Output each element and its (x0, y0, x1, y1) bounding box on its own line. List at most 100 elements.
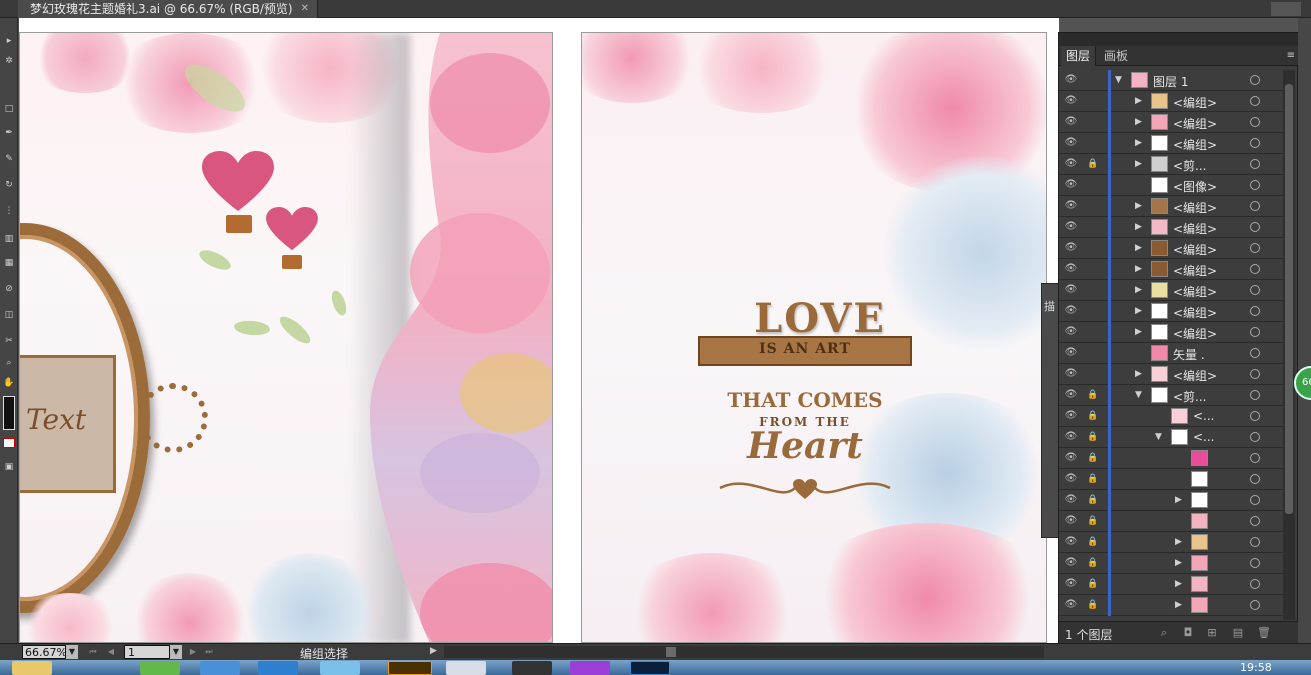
layer-name[interactable]: <剪... (1173, 157, 1207, 174)
visibility-eye-icon[interactable]: 👁 (1064, 536, 1078, 548)
rotate-tool-icon[interactable]: ↻ (3, 180, 15, 190)
layer-name[interactable]: <编组> (1173, 367, 1217, 384)
last-artboard-icon[interactable]: ⏭ (204, 646, 214, 658)
eyedropper-tool-icon[interactable]: ⊘ (3, 284, 15, 294)
lock-icon[interactable] (1087, 95, 1099, 107)
expand-triangle-icon[interactable]: ▶ (1135, 368, 1145, 380)
layer-row[interactable]: 👁 🔒 ▶ <剪... (1059, 154, 1283, 175)
status-menu-arrow-icon[interactable]: ▶ (430, 646, 437, 656)
lock-icon[interactable] (1087, 179, 1099, 191)
collapse-triangle-icon[interactable]: ▼ (1155, 431, 1165, 443)
layer-row[interactable]: 👁 <图像> (1059, 175, 1283, 196)
illustrator-app-icon[interactable] (388, 661, 432, 675)
qq-app-icon[interactable] (512, 661, 552, 675)
visibility-eye-icon[interactable]: 👁 (1064, 158, 1078, 170)
photoshop-app-icon[interactable] (630, 661, 670, 675)
target-circle-icon[interactable] (1250, 201, 1260, 211)
layer-row[interactable]: 👁 🔒 ▶ (1059, 490, 1283, 511)
target-circle-icon[interactable] (1250, 117, 1260, 127)
document-tab[interactable]: 梦幻玫瑰花主题婚礼3.ai @ 66.67% (RGB/预览) ✕ (18, 0, 318, 18)
layer-row[interactable]: 👁 ▶ <编组> (1059, 238, 1283, 259)
chevron-down-icon[interactable]: ▼ (66, 645, 78, 659)
locate-object-icon[interactable]: ⌕ (1157, 626, 1171, 640)
layer-name[interactable]: <编组> (1173, 304, 1217, 321)
visibility-eye-icon[interactable]: 👁 (1064, 368, 1078, 380)
expand-triangle-icon[interactable]: ▶ (1135, 200, 1145, 212)
layer-row[interactable]: 👁 🔒 (1059, 448, 1283, 469)
next-artboard-icon[interactable]: ▶ (188, 646, 198, 658)
app-icon[interactable] (446, 661, 486, 675)
new-layer-icon[interactable]: ▤ (1231, 626, 1245, 640)
visibility-eye-icon[interactable]: 👁 (1064, 74, 1078, 86)
target-circle-icon[interactable] (1250, 411, 1260, 421)
scrollbar-thumb[interactable] (666, 647, 676, 657)
visibility-eye-icon[interactable]: 👁 (1064, 578, 1078, 590)
layer-name[interactable]: <... (1193, 430, 1215, 444)
panel-title-bar[interactable] (1059, 33, 1299, 46)
layer-row[interactable]: 👁 🔒 ▶ (1059, 532, 1283, 553)
visibility-eye-icon[interactable]: 👁 (1064, 389, 1078, 401)
lock-icon[interactable] (1087, 347, 1099, 359)
pencil-tool-icon[interactable]: ✎ (3, 154, 15, 164)
target-circle-icon[interactable] (1250, 369, 1260, 379)
target-circle-icon[interactable] (1250, 579, 1260, 589)
lock-icon[interactable] (1087, 368, 1099, 380)
zoom-tool-icon[interactable]: ⌕ (3, 358, 15, 368)
lock-icon[interactable] (1087, 263, 1099, 275)
layer-row[interactable]: 👁 ▶ <编组> (1059, 301, 1283, 322)
lock-icon[interactable]: 🔒 (1087, 599, 1099, 611)
blend-tool-icon[interactable]: ◫ (3, 310, 15, 320)
visibility-eye-icon[interactable]: 👁 (1064, 473, 1078, 485)
lock-icon[interactable]: 🔒 (1087, 536, 1099, 548)
visibility-eye-icon[interactable]: 👁 (1064, 200, 1078, 212)
expand-triangle-icon[interactable]: ▶ (1135, 137, 1145, 149)
target-circle-icon[interactable] (1250, 516, 1260, 526)
expand-triangle-icon[interactable]: ▶ (1175, 578, 1185, 590)
target-circle-icon[interactable] (1250, 600, 1260, 610)
fill-swatch[interactable] (3, 396, 15, 430)
close-icon[interactable]: ✕ (301, 0, 309, 18)
layer-row[interactable]: 👁 🔒 ▼ <剪... (1059, 385, 1283, 406)
target-circle-icon[interactable] (1250, 180, 1260, 190)
visibility-eye-icon[interactable]: 👁 (1064, 347, 1078, 359)
pen-tool-icon[interactable]: ✒ (3, 128, 15, 138)
target-circle-icon[interactable] (1250, 537, 1260, 547)
target-circle-icon[interactable] (1250, 222, 1260, 232)
collapsed-panel[interactable] (1041, 283, 1059, 538)
layer-name[interactable]: <编组> (1173, 199, 1217, 216)
visibility-eye-icon[interactable]: 👁 (1064, 599, 1078, 611)
previous-artboard-icon[interactable]: ◀ (106, 646, 116, 658)
layer-row[interactable]: 👁 🔒 (1059, 469, 1283, 490)
gradient-tool-icon[interactable]: ▦ (3, 258, 15, 268)
layer-name[interactable]: 矢量 . (1173, 346, 1205, 363)
artboard-number-field[interactable]: 1 (124, 645, 170, 659)
target-circle-icon[interactable] (1250, 390, 1260, 400)
visibility-eye-icon[interactable]: 👁 (1064, 95, 1078, 107)
layer-row[interactable]: 👁 矢量 . (1059, 343, 1283, 364)
tab-artboards[interactable]: 画板 (1099, 46, 1133, 66)
lock-icon[interactable]: 🔒 (1087, 410, 1099, 422)
lock-icon[interactable]: 🔒 (1087, 557, 1099, 569)
magic-wand-icon[interactable]: ✲ (3, 56, 15, 66)
layer-name[interactable]: <编组> (1173, 136, 1217, 153)
target-circle-icon[interactable] (1250, 96, 1260, 106)
visibility-eye-icon[interactable]: 👁 (1064, 431, 1078, 443)
screen-mode-icon[interactable]: ▣ (3, 462, 15, 472)
layer-name[interactable]: <... (1193, 409, 1215, 423)
layer-list-scrollbar[interactable] (1283, 70, 1295, 620)
app-icon[interactable] (570, 661, 610, 675)
target-circle-icon[interactable] (1250, 432, 1260, 442)
layer-name[interactable]: 图层 1 (1153, 73, 1188, 90)
lock-icon[interactable] (1087, 221, 1099, 233)
layer-row[interactable]: 👁 ▶ <编组> (1059, 364, 1283, 385)
zoom-level-field[interactable]: 66.67% (22, 645, 67, 659)
target-circle-icon[interactable] (1250, 159, 1260, 169)
expand-triangle-icon[interactable]: ▶ (1135, 242, 1145, 254)
target-circle-icon[interactable] (1250, 264, 1260, 274)
visibility-eye-icon[interactable]: 👁 (1064, 515, 1078, 527)
layer-row[interactable]: 👁 ▶ <编组> (1059, 112, 1283, 133)
layer-row[interactable]: 👁 ▶ <编组> (1059, 322, 1283, 343)
chevron-down-icon[interactable]: ▼ (170, 645, 182, 659)
horizontal-scrollbar[interactable] (444, 646, 1044, 658)
target-circle-icon[interactable] (1250, 138, 1260, 148)
